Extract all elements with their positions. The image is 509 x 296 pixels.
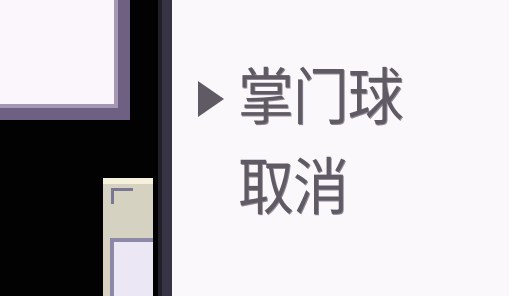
field-top-panel-inner [0,0,118,108]
menu-item-keeper-ball[interactable]: 掌门球 [192,61,421,134]
selection-cursor-icon [198,81,224,117]
menu-item-label: 掌门球 [238,61,404,134]
command-menu: 掌门球 取消 [172,0,509,296]
player-sprite-detail [111,188,133,204]
player-sprite [103,178,153,296]
menu-item-label: 取消 [238,151,349,224]
menu-item-cancel[interactable]: 取消 [192,151,360,224]
cursor-slot [192,68,238,128]
cursor-slot [192,158,238,218]
game-screen: 掌门球 取消 [0,0,509,296]
game-field [0,0,158,296]
panel-separator [158,0,172,296]
player-sprite-body [110,238,153,296]
field-top-panel [0,0,130,120]
